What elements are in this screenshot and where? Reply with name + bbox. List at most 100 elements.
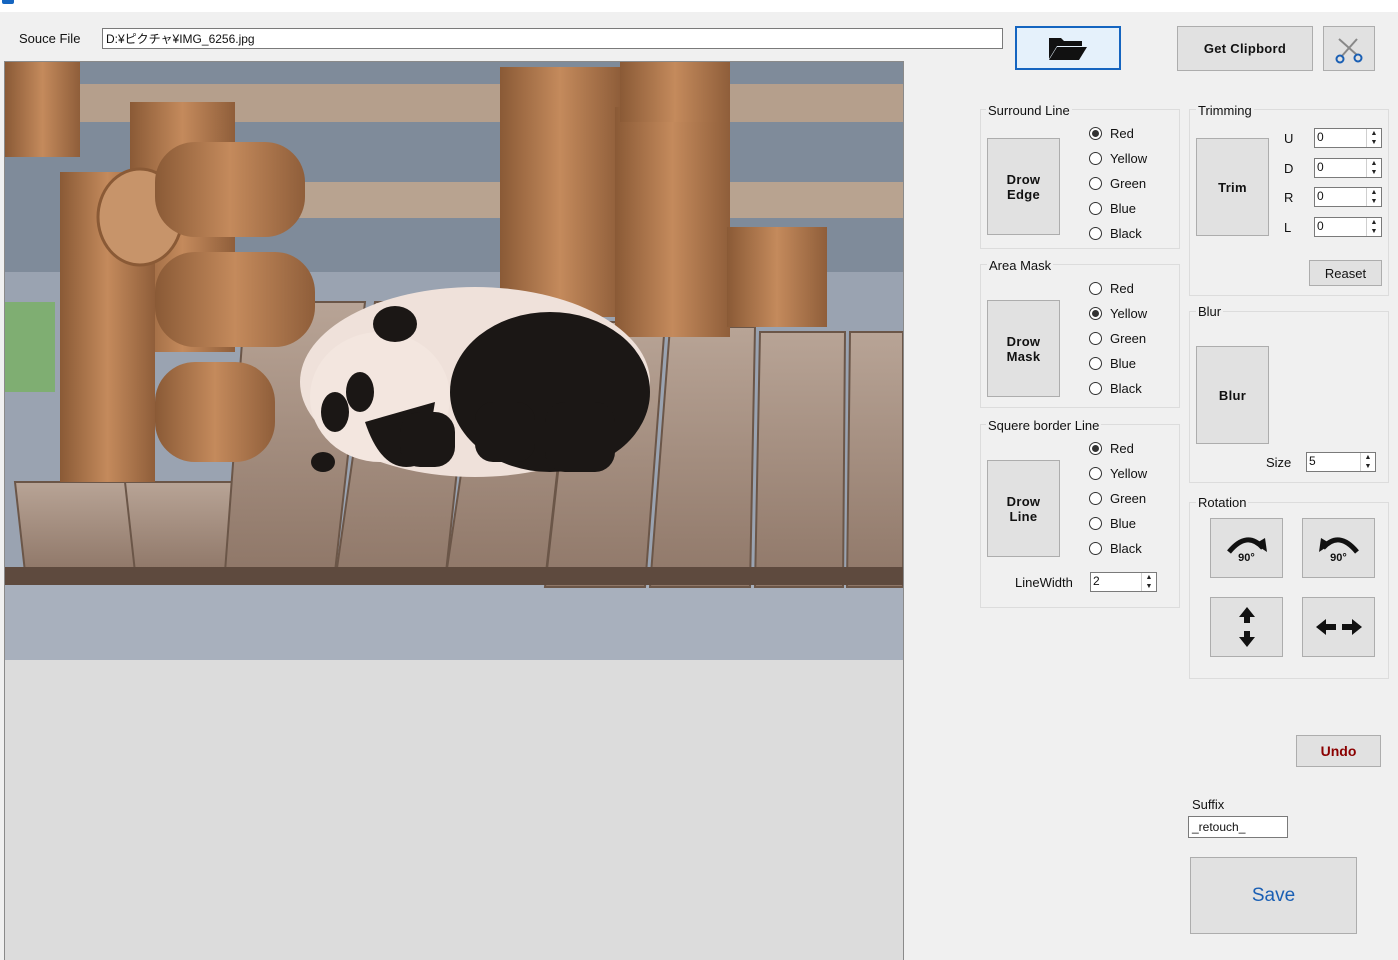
mask-option-red[interactable]: Red	[1089, 279, 1134, 297]
blur-title: Blur	[1196, 304, 1224, 319]
radio-label: Red	[1110, 440, 1134, 456]
surround-option-blue[interactable]: Blue	[1089, 199, 1136, 217]
mask-option-green[interactable]: Green	[1089, 329, 1146, 347]
app-icon	[2, 0, 14, 4]
square-option-green[interactable]: Green	[1089, 489, 1146, 507]
radio-dot-icon[interactable]	[1089, 226, 1102, 240]
trim-value: 0	[1317, 189, 1324, 203]
spin-up-icon[interactable]: ▲	[1367, 129, 1381, 138]
radio-label: Green	[1110, 330, 1147, 346]
blur-size-label: Size	[1266, 455, 1292, 470]
spin-up-icon[interactable]: ▲	[1142, 573, 1156, 582]
surround-option-yellow[interactable]: Yellow	[1089, 149, 1147, 167]
square-option-black[interactable]: Black	[1089, 539, 1142, 557]
rotate-cw-button[interactable]: 90°	[1210, 518, 1283, 578]
radio-dot-icon[interactable]	[1089, 491, 1102, 505]
radio-label: Black	[1110, 540, 1142, 556]
reset-button[interactable]: Reaset	[1309, 260, 1382, 286]
spin-up-icon[interactable]: ▲	[1367, 218, 1381, 227]
undo-button[interactable]: Undo	[1296, 735, 1381, 767]
spin-down-icon[interactable]: ▼	[1367, 197, 1381, 206]
radio-dot-icon[interactable]	[1089, 176, 1102, 190]
flip-horizontal-icon	[1315, 619, 1362, 635]
draw-line-button[interactable]: Drow Line	[987, 460, 1060, 557]
surround-line-title: Surround Line	[986, 103, 1072, 118]
surround-option-green[interactable]: Green	[1089, 174, 1146, 192]
square-option-blue[interactable]: Blue	[1089, 514, 1136, 532]
radio-label: Yellow	[1110, 305, 1148, 321]
blur-size-value: 5	[1309, 454, 1316, 468]
spin-down-icon[interactable]: ▼	[1367, 227, 1381, 236]
trim-button[interactable]: Trim	[1196, 138, 1269, 236]
radio-label: Green	[1110, 175, 1147, 191]
radio-label: Blue	[1110, 355, 1137, 371]
linewidth-value: 2	[1093, 574, 1100, 588]
spin-down-icon[interactable]: ▼	[1367, 138, 1381, 147]
radio-dot-icon[interactable]	[1089, 201, 1102, 215]
radio-dot-icon[interactable]	[1089, 331, 1102, 345]
draw-edge-button[interactable]: Drow Edge	[987, 138, 1060, 235]
spin-down-icon[interactable]: ▼	[1142, 582, 1156, 591]
linewidth-label: LineWidth	[1015, 575, 1073, 590]
rotation-title: Rotation	[1196, 495, 1249, 510]
save-button[interactable]: Save	[1190, 857, 1357, 934]
trim-spinner-l[interactable]: 0 ▲ ▼	[1314, 216, 1382, 237]
flip-horizontal-button[interactable]	[1302, 597, 1375, 657]
radio-dot-icon[interactable]	[1089, 126, 1102, 140]
suffix-label: Suffix	[1192, 797, 1225, 812]
radio-label: Blue	[1110, 200, 1137, 216]
square-border-title: Squere border Line	[986, 418, 1102, 433]
blur-button[interactable]: Blur	[1196, 346, 1269, 444]
suffix-input[interactable]: _retouch_	[1188, 816, 1288, 838]
source-file-path[interactable]: D:¥ピクチャ¥IMG_6256.jpg	[102, 28, 1003, 49]
radio-label: Blue	[1110, 515, 1137, 531]
flip-vertical-button[interactable]	[1210, 597, 1283, 657]
mask-option-blue[interactable]: Blue	[1089, 354, 1136, 372]
radio-label: Red	[1110, 125, 1134, 141]
spin-up-icon[interactable]: ▲	[1367, 159, 1381, 168]
trim-spinner-r[interactable]: 0 ▲ ▼	[1314, 187, 1382, 207]
blur-size-spinner[interactable]: 5 ▲ ▼	[1306, 452, 1376, 472]
spin-down-icon[interactable]: ▼	[1361, 462, 1375, 471]
trim-label-d: D	[1284, 160, 1294, 176]
scissors-button[interactable]	[1323, 26, 1375, 71]
get-clipboard-button[interactable]: Get Clipbord	[1177, 26, 1313, 71]
rotate-cw-label: 90°	[1238, 552, 1255, 564]
spin-down-icon[interactable]: ▼	[1367, 168, 1381, 177]
folder-open-icon	[1049, 38, 1087, 60]
radio-dot-icon[interactable]	[1089, 516, 1102, 530]
spin-up-icon[interactable]: ▲	[1361, 453, 1375, 462]
radio-dot-icon[interactable]	[1089, 356, 1102, 370]
linewidth-spinner[interactable]: 2 ▲ ▼	[1090, 572, 1157, 592]
trim-label-l: L	[1284, 219, 1292, 235]
mask-option-yellow[interactable]: Yellow	[1089, 304, 1147, 322]
trim-value: 0	[1317, 130, 1324, 144]
radio-dot-icon[interactable]	[1089, 466, 1102, 480]
radio-label: Yellow	[1110, 465, 1148, 481]
square-option-yellow[interactable]: Yellow	[1089, 464, 1147, 482]
radio-dot-icon[interactable]	[1089, 381, 1102, 395]
trim-spinner-u[interactable]: 0 ▲ ▼	[1314, 128, 1382, 148]
image-viewer[interactable]	[4, 61, 904, 960]
draw-mask-button[interactable]: Drow Mask	[987, 300, 1060, 397]
radio-dot-icon[interactable]	[1089, 151, 1102, 165]
radio-dot-icon[interactable]	[1089, 541, 1102, 555]
mask-option-black[interactable]: Black	[1089, 379, 1142, 397]
radio-dot-icon[interactable]	[1089, 441, 1102, 455]
rotate-ccw-button[interactable]: 90°	[1302, 518, 1375, 578]
trim-label-u: U	[1284, 131, 1294, 146]
surround-option-red[interactable]: Red	[1089, 124, 1134, 142]
radio-dot-icon[interactable]	[1089, 306, 1102, 320]
spin-up-icon[interactable]: ▲	[1367, 188, 1381, 197]
open-folder-button[interactable]	[1015, 26, 1121, 70]
radio-dot-icon[interactable]	[1089, 281, 1102, 295]
trim-value: 0	[1317, 159, 1324, 174]
radio-label: Black	[1110, 380, 1142, 396]
rotate-ccw-label: 90°	[1330, 552, 1347, 564]
square-option-red[interactable]: Red	[1089, 439, 1134, 457]
trim-spinner-d[interactable]: 0 ▲ ▼	[1314, 157, 1382, 178]
source-file-label: Souce File	[19, 31, 81, 46]
trimming-title: Trimming	[1196, 103, 1254, 118]
flip-vertical-icon	[1238, 607, 1255, 647]
surround-option-black[interactable]: Black	[1089, 224, 1142, 242]
